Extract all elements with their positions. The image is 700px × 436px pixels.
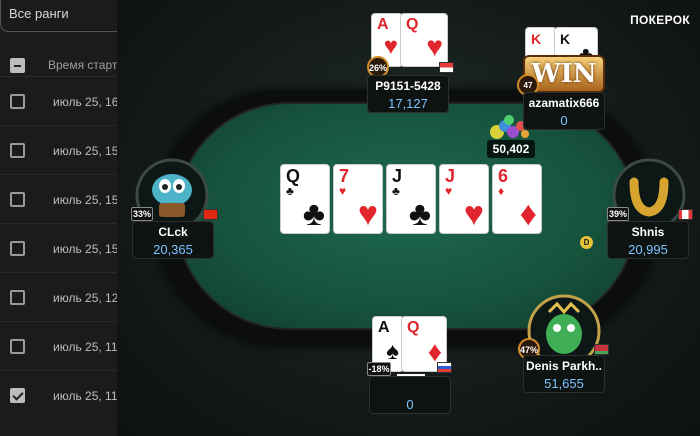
start-time-column-header[interactable]: Время старт — [48, 58, 117, 72]
player-box-p9151[interactable]: P9151-5428 17,127 — [367, 75, 449, 113]
row-checkbox-checked[interactable] — [10, 388, 25, 403]
row-start-time: июль 25, 12 — [53, 291, 119, 305]
row-start-time: июль 25, 15 — [53, 242, 119, 256]
row-checkbox[interactable] — [10, 339, 25, 354]
list-row[interactable]: июль 25, 15 — [0, 125, 120, 174]
row-start-time: июль 25, 15 — [53, 193, 119, 207]
row-start-time: июль 25, 15 — [53, 144, 119, 158]
player-box-clck[interactable]: CLck 20,365 — [132, 221, 214, 259]
player-name: azamatix666 — [528, 96, 600, 110]
dealer-button: D — [580, 236, 593, 249]
row-checkbox[interactable] — [10, 241, 25, 256]
country-flag — [439, 62, 454, 73]
board-card: J ♥ ♥ — [439, 164, 489, 234]
country-flag — [678, 209, 693, 220]
equity-badge: -18% — [367, 362, 391, 376]
background-list-panel: Все ранги Время старт июль 25, 16 июль 2… — [0, 0, 120, 436]
list-row[interactable]: июль 25, 16 — [0, 76, 120, 125]
country-flag — [594, 344, 609, 355]
player-name: Denis Parkh.. — [525, 359, 603, 373]
player-box-hero[interactable]: 0 — [369, 376, 451, 414]
player-stack: 20,995 — [628, 242, 668, 257]
country-flag — [203, 209, 218, 220]
row-checkbox[interactable] — [10, 94, 25, 109]
list-row[interactable]: июль 25, 12 — [0, 272, 120, 321]
player-stack: 20,365 — [153, 242, 193, 257]
rank-filter-value: Все ранги — [9, 6, 69, 21]
list-row[interactable]: июль 25, 15 — [0, 223, 120, 272]
board-card: J ♣ ♣ — [386, 164, 436, 234]
player-stack: 17,127 — [388, 96, 428, 111]
row-checkbox[interactable] — [10, 192, 25, 207]
equity-badge: 33% — [131, 207, 153, 221]
row-start-time: июль 25, 11 — [53, 340, 118, 354]
player-stack: 51,655 — [544, 376, 584, 391]
rank-filter-select[interactable]: Все ранги — [0, 0, 120, 32]
list-row[interactable]: июль 25, 11 — [0, 370, 120, 419]
player-box-azamatix666[interactable]: azamatix666 0 — [523, 92, 605, 130]
row-start-time: июль 25, 16 — [53, 95, 119, 109]
pot-amount: 50,402 — [487, 140, 535, 158]
player-stack: 0 — [406, 397, 414, 412]
country-flag — [437, 362, 452, 373]
poker-replay-window: ПОКЕРОК Q ♣ ♣ 7 ♥ ♥ J ♣ ♣ J ♥ ♥ 6 ♦ ♦ 50… — [117, 0, 700, 436]
list-row[interactable]: июль 25, 11 — [0, 321, 120, 370]
row-checkbox[interactable] — [10, 143, 25, 158]
hole-card: Q ♥ — [400, 13, 448, 67]
player-box-denis[interactable]: Denis Parkh.. 51,655 — [523, 355, 605, 393]
player-name: P9151-5428 — [375, 79, 441, 93]
player-stack: 0 — [560, 113, 568, 128]
brand-logo: ПОКЕРОК — [630, 13, 690, 27]
player-name: CLck — [158, 225, 188, 239]
board-card: 6 ♦ ♦ — [492, 164, 542, 234]
player-box-shnis[interactable]: Shnis 20,995 — [607, 221, 689, 259]
list-row[interactable]: июль 25, 15 — [0, 174, 120, 223]
row-checkbox[interactable] — [10, 290, 25, 305]
player-name: Shnis — [631, 225, 665, 239]
board-card: 7 ♥ ♥ — [333, 164, 383, 234]
board-card: Q ♣ ♣ — [280, 164, 330, 234]
row-start-time: июль 25, 11 — [53, 389, 118, 403]
equity-badge: 39% — [607, 207, 629, 221]
select-all-checkbox[interactable] — [10, 58, 25, 73]
